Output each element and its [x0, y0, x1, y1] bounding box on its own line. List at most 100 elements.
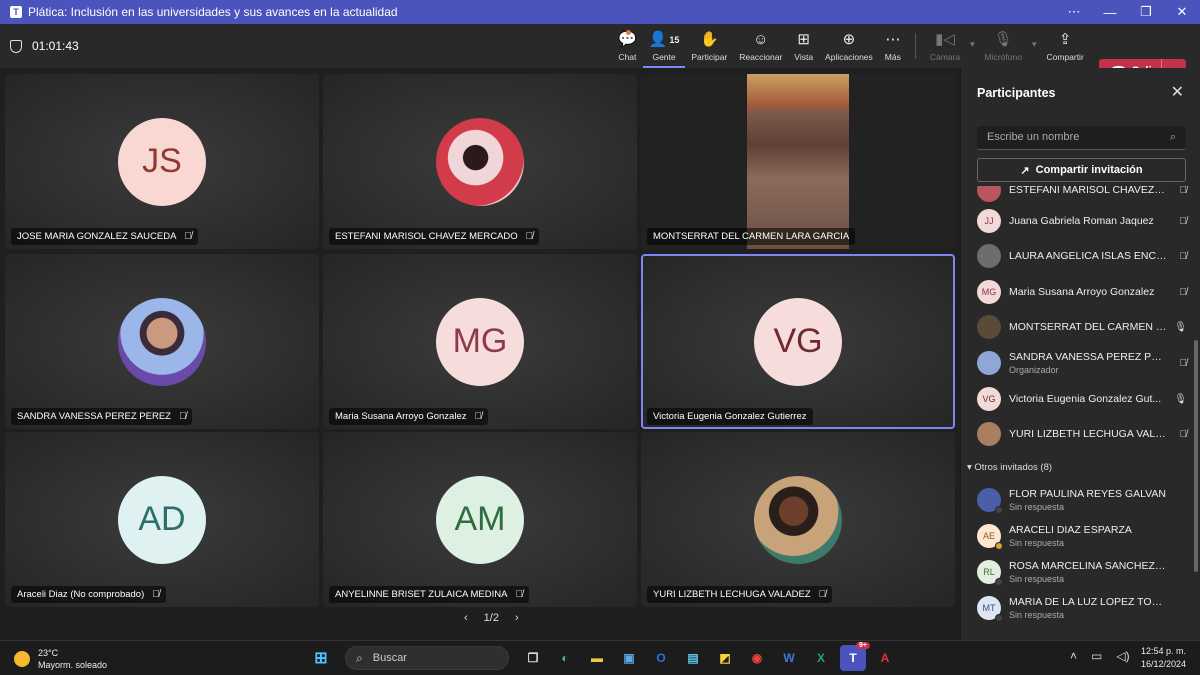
participant-row[interactable]: VG Victoria Eugenia Gonzalez Gut... 🎙 — [977, 382, 1187, 416]
participant-search-input[interactable]: Escribe un nombre ⌕ — [977, 126, 1186, 150]
mic-muted-icon: 🎙̸ — [178, 411, 187, 422]
more-options-icon[interactable]: ⋯ — [1056, 4, 1092, 20]
participant-row[interactable]: MG Maria Susana Arroyo Gonzalez 🎙̸ — [977, 275, 1187, 309]
mic-chevron-icon[interactable]: ▾ — [1032, 39, 1037, 50]
taskbar-search[interactable]: ⌕ Buscar — [345, 646, 509, 670]
video-tile[interactable]: ESTEFANI MARISOL CHAVEZ MERCADO 🎙̸ — [323, 74, 637, 249]
share-button[interactable]: ⇪ Compartir — [1040, 24, 1089, 68]
people-count: 15 — [669, 35, 680, 45]
status-icon — [995, 614, 1003, 622]
teams-taskbar-icon[interactable]: T 9+ — [840, 642, 870, 671]
participant-role: Organizador — [1009, 365, 1059, 375]
shield-icon — [10, 39, 22, 53]
participant-avatar: AE — [977, 524, 1003, 550]
participant-avatar: VG — [977, 387, 1001, 411]
avatar: AD — [118, 475, 206, 564]
prev-page-icon[interactable]: ‹ — [464, 612, 468, 624]
task-view-icon[interactable]: ❐ — [520, 645, 546, 671]
participant-avatar — [977, 186, 1001, 202]
excel-icon[interactable]: X — [808, 645, 834, 671]
minimize-icon[interactable]: — — [1092, 5, 1128, 20]
teams-app-icon: T — [10, 6, 22, 18]
others-section-header[interactable]: ▾ Otros invitados (8) — [967, 462, 1052, 473]
participant-nameplate: ESTEFANI MARISOL CHAVEZ MERCADO 🎙̸ — [329, 228, 540, 245]
participant-avatar — [977, 422, 1001, 446]
mic-button[interactable]: 🎙 Micrófono — [979, 24, 1028, 68]
notes-icon[interactable]: ▤ — [680, 645, 706, 671]
next-page-icon[interactable]: › — [515, 612, 519, 624]
chevron-up-icon[interactable]: ˄ — [1070, 649, 1077, 663]
apps-button[interactable]: ⊕ Aplicaciones — [819, 24, 879, 68]
participant-row[interactable]: YURI LIZBETH LECHUGA VALA... 🎙̸ — [977, 417, 1187, 451]
mic-on-icon: 🎙 — [1174, 393, 1187, 405]
weather-widget[interactable]: 23°C Mayorm. soleado — [14, 647, 107, 671]
video-tile[interactable]: YURI LIZBETH LECHUGA VALADEZ 🎙̸ — [641, 432, 955, 607]
file-explorer-icon[interactable]: ▬ — [584, 645, 610, 671]
participants-panel: Participantes ✕ Escribe un nombre ⌕ ↗ Co… — [960, 68, 1200, 640]
mic-muted-icon: 🎙̸ — [152, 589, 160, 600]
outlook-icon[interactable]: O — [648, 645, 674, 671]
restore-icon[interactable]: ❐ — [1128, 4, 1164, 20]
participant-nameplate: Victoria Eugenia Gonzalez Gutierrez — [647, 408, 813, 425]
view-button[interactable]: ⊞ Vista — [788, 24, 819, 68]
avatar — [754, 475, 842, 564]
share-tray-icon: ⇪ — [1058, 31, 1072, 48]
chat-notification-dot — [625, 30, 631, 35]
store-icon[interactable]: ▣ — [616, 645, 642, 671]
sticky-notes-icon[interactable]: ◩ — [712, 645, 738, 671]
invitee-row[interactable]: RL ROSA MARCELINA SANCHEZ LOM... Sin res… — [977, 554, 1187, 590]
participant-list: ESTEFANI MARISOL CHAVEZ M... 🎙̸ JJ Juana… — [961, 186, 1193, 640]
plus-icon: ⊕ — [842, 31, 856, 48]
people-icon: 👤 15 — [648, 31, 680, 48]
chat-button[interactable]: 💬 Chat — [612, 24, 643, 68]
more-button[interactable]: ⋯ Más — [879, 24, 907, 68]
raise-hand-label: Participar — [691, 52, 728, 62]
people-label: Gente — [652, 52, 676, 62]
react-button[interactable]: ☺ Reaccionar — [733, 24, 788, 68]
acrobat-icon[interactable]: A — [872, 645, 898, 671]
close-panel-icon[interactable]: ✕ — [1171, 82, 1184, 102]
video-tile[interactable]: VG Victoria Eugenia Gonzalez Gutierrez — [641, 254, 955, 429]
share-invite-label: Compartir invitación — [1035, 164, 1143, 176]
video-tile[interactable]: MG Maria Susana Arroyo Gonzalez 🎙̸ — [323, 254, 637, 429]
monitor-icon[interactable]: ▭ — [1091, 649, 1102, 663]
clock-date: 16/12/2024 — [1140, 659, 1186, 669]
chrome-icon[interactable]: ◉ — [744, 645, 770, 671]
word-icon[interactable]: W — [776, 645, 802, 671]
mic-muted-icon: 🎙̸ — [1179, 250, 1188, 262]
panel-scrollbar[interactable] — [1194, 340, 1198, 572]
react-label: Reaccionar — [739, 52, 783, 62]
video-tile[interactable]: AD Araceli Diaz (No comprobado) 🎙̸ — [5, 432, 319, 607]
video-tile[interactable]: JS JOSE MARIA GONZALEZ SAUCEDA 🎙̸ — [5, 74, 319, 249]
invitee-row[interactable]: MT MARIA DE LA LUZ LOPEZ TOVAR Sin respu… — [977, 590, 1187, 626]
participant-info: ARACELI DIAZ ESPARZA Sin respuesta — [1009, 524, 1167, 548]
avatar-initials: RL — [983, 567, 995, 577]
mic-muted-icon: 🎙̸ — [818, 589, 827, 600]
status-icon — [995, 506, 1003, 514]
participant-row[interactable]: LAURA ANGELICA ISLAS ENCI... 🎙̸ — [977, 239, 1187, 273]
participant-row[interactable]: MONTSERRAT DEL CARMEN L... 🎙 — [977, 310, 1187, 344]
raise-hand-button[interactable]: ✋ Participar — [685, 24, 733, 68]
participant-name: MARIA DE LA LUZ LOPEZ TOVAR — [1009, 596, 1167, 608]
participant-name: MONTSERRAT DEL CARMEN L... — [1009, 321, 1167, 333]
window-title: Plática: Inclusión en las universidades … — [28, 5, 398, 19]
invitee-row[interactable]: FLOR PAULINA REYES GALVAN Sin respuesta — [977, 482, 1187, 518]
camera-chevron-icon[interactable]: ▾ — [970, 39, 975, 50]
people-button[interactable]: 👤 15 Gente — [642, 24, 686, 68]
close-window-icon[interactable]: ✕ — [1164, 4, 1200, 20]
participant-name: LAURA ANGELICA ISLAS ENCI... — [1009, 250, 1167, 262]
mic-muted-icon: 🎙̸ — [1179, 286, 1188, 298]
share-invite-button[interactable]: ↗ Compartir invitación — [977, 158, 1186, 182]
start-icon[interactable]: ⊞ — [308, 645, 334, 671]
participant-row[interactable]: JJ Juana Gabriela Roman Jaquez 🎙̸ — [977, 204, 1187, 238]
camera-button[interactable]: ▮◁ Cámara — [924, 24, 966, 68]
video-tile[interactable]: AM ANYELINNE BRISET ZULAICA MEDINA 🎙̸ — [323, 432, 637, 607]
video-tile[interactable]: SANDRA VANESSA PEREZ PEREZ 🎙̸ — [5, 254, 319, 429]
video-tile[interactable]: MONTSERRAT DEL CARMEN LARA GARCIA — [641, 74, 955, 249]
volume-icon[interactable]: ◁) — [1116, 649, 1129, 663]
participant-row[interactable]: SANDRA VANESSA PEREZ PER... Organizador … — [977, 346, 1187, 380]
invitee-row[interactable]: AE ARACELI DIAZ ESPARZA Sin respuesta — [977, 518, 1187, 554]
system-clock[interactable]: 12:54 p. m. 16/12/2024 — [1141, 645, 1186, 671]
page-indicator: 1/2 — [483, 612, 499, 624]
edge-icon[interactable]: ◐ — [552, 645, 578, 671]
